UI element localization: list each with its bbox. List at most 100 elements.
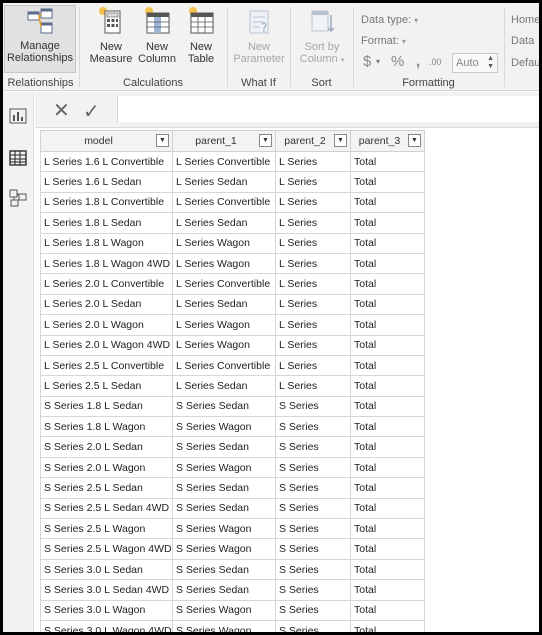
cell-model[interactable]: S Series 2.5 L Wagon	[40, 518, 173, 540]
cell-parent-3[interactable]: Total	[350, 232, 425, 254]
cell-parent-3[interactable]: Total	[350, 171, 425, 193]
cell-parent-3[interactable]: Total	[350, 619, 425, 632]
cell-parent-1[interactable]: L Series Sedan	[172, 212, 276, 234]
cell-parent-1[interactable]: S Series Sedan	[172, 579, 276, 601]
cell-model[interactable]: L Series 2.5 L Convertible	[40, 354, 173, 377]
cell-parent-3[interactable]: Total	[350, 579, 425, 601]
cell-parent-2[interactable]: S Series	[275, 599, 351, 621]
cell-parent-2[interactable]: S Series	[275, 395, 351, 418]
cell-parent-1[interactable]: S Series Sedan	[172, 436, 276, 458]
filter-dropdown-icon[interactable]: ▼	[408, 134, 421, 147]
cell-parent-3[interactable]: Total	[350, 314, 425, 336]
cell-parent-1[interactable]: S Series Wagon	[172, 538, 276, 560]
cell-parent-2[interactable]: S Series	[275, 477, 351, 499]
cell-parent-3[interactable]: Total	[350, 558, 425, 581]
cell-parent-2[interactable]: L Series	[275, 150, 351, 173]
currency-button[interactable]: $	[363, 53, 371, 70]
new-column-button[interactable]: New Column	[135, 5, 179, 65]
cell-parent-3[interactable]: Total	[350, 212, 425, 234]
cell-parent-1[interactable]: L Series Wagon	[172, 232, 276, 254]
cell-parent-2[interactable]: S Series	[275, 518, 351, 540]
cell-parent-3[interactable]: Total	[350, 538, 425, 560]
new-measure-button[interactable]: New Measure	[88, 5, 134, 65]
cell-parent-3[interactable]: Total	[350, 497, 425, 520]
cell-parent-3[interactable]: Total	[350, 395, 425, 418]
cell-parent-1[interactable]: L Series Sedan	[172, 293, 276, 316]
cell-model[interactable]: L Series 1.6 L Convertible	[40, 150, 173, 173]
cell-parent-3[interactable]: Total	[350, 436, 425, 458]
cell-parent-2[interactable]: S Series	[275, 558, 351, 581]
format-dropdown[interactable]: Format: ▾	[361, 35, 406, 47]
sort-by-column-button[interactable]: Sort by Column ▾	[294, 5, 350, 67]
cell-model[interactable]: L Series 2.0 L Wagon	[40, 314, 173, 336]
column-header-parent-1[interactable]: parent_1 ▼	[172, 130, 276, 152]
cell-parent-2[interactable]: L Series	[275, 232, 351, 254]
cell-model[interactable]: L Series 1.8 L Wagon	[40, 232, 173, 254]
column-header-parent-3[interactable]: parent_3 ▼	[350, 130, 425, 152]
cell-parent-2[interactable]: S Series	[275, 538, 351, 560]
data-type-dropdown[interactable]: Data type: ▾	[361, 14, 418, 26]
cell-parent-3[interactable]: Total	[350, 518, 425, 540]
cell-parent-2[interactable]: L Series	[275, 212, 351, 234]
cell-parent-3[interactable]: Total	[350, 456, 425, 479]
cell-model[interactable]: L Series 2.0 L Convertible	[40, 273, 173, 295]
comma-button[interactable]: ,	[416, 53, 420, 70]
cell-parent-1[interactable]: L Series Wagon	[172, 334, 276, 356]
cancel-formula-icon[interactable]: ✕	[53, 98, 70, 123]
manage-relationships-button[interactable]: Manage Relationships	[4, 5, 76, 73]
cell-parent-2[interactable]: S Series	[275, 579, 351, 601]
stepper-arrows-icon[interactable]: ▲ ▼	[487, 55, 494, 71]
cell-parent-2[interactable]: L Series	[275, 354, 351, 377]
column-header-parent-2[interactable]: parent_2 ▼	[275, 130, 351, 152]
percent-button[interactable]: %	[391, 53, 404, 70]
cell-model[interactable]: S Series 3.0 L Wagon 4WD	[40, 619, 173, 632]
decimal-places-stepper[interactable]: Auto ▲ ▼	[452, 53, 498, 73]
commit-formula-icon[interactable]: ✓	[83, 99, 100, 124]
filter-dropdown-icon[interactable]: ▼	[259, 134, 272, 147]
cell-parent-1[interactable]: S Series Wagon	[172, 416, 276, 438]
cell-model[interactable]: S Series 1.8 L Wagon	[40, 416, 173, 438]
cell-parent-2[interactable]: L Series	[275, 375, 351, 397]
new-table-button[interactable]: New Table	[179, 5, 223, 65]
new-parameter-button[interactable]: ? New Parameter	[231, 5, 287, 65]
cell-model[interactable]: S Series 3.0 L Wagon	[40, 599, 173, 621]
cell-parent-1[interactable]: L Series Convertible	[172, 191, 276, 214]
column-header-model[interactable]: model ▼	[40, 130, 173, 152]
cell-parent-3[interactable]: Total	[350, 334, 425, 356]
cell-parent-2[interactable]: L Series	[275, 191, 351, 214]
cell-parent-1[interactable]: S Series Sedan	[172, 497, 276, 520]
cell-parent-1[interactable]: S Series Wagon	[172, 619, 276, 632]
cell-parent-3[interactable]: Total	[350, 252, 425, 275]
cell-model[interactable]: S Series 2.5 L Sedan	[40, 477, 173, 499]
cell-model[interactable]: L Series 1.6 L Sedan	[40, 171, 173, 193]
cell-parent-2[interactable]: S Series	[275, 619, 351, 632]
cell-model[interactable]: L Series 2.0 L Wagon 4WD	[40, 334, 173, 356]
cell-model[interactable]: S Series 3.0 L Sedan	[40, 558, 173, 581]
cell-parent-1[interactable]: S Series Wagon	[172, 599, 276, 621]
filter-dropdown-icon[interactable]: ▼	[156, 134, 169, 147]
cell-model[interactable]: L Series 2.0 L Sedan	[40, 293, 173, 316]
cell-parent-3[interactable]: Total	[350, 273, 425, 295]
cell-parent-1[interactable]: L Series Sedan	[172, 375, 276, 397]
cell-parent-3[interactable]: Total	[350, 375, 425, 397]
cell-parent-1[interactable]: S Series Sedan	[172, 477, 276, 499]
cell-parent-1[interactable]: L Series Wagon	[172, 252, 276, 275]
report-view-icon[interactable]	[8, 106, 28, 126]
cell-parent-1[interactable]: L Series Sedan	[172, 171, 276, 193]
decimal-button[interactable]: .00	[429, 57, 442, 67]
formula-input[interactable]	[117, 96, 539, 122]
cell-parent-2[interactable]: L Series	[275, 171, 351, 193]
cell-parent-1[interactable]: L Series Convertible	[172, 273, 276, 295]
cell-parent-1[interactable]: S Series Wagon	[172, 456, 276, 479]
cell-parent-2[interactable]: S Series	[275, 456, 351, 479]
cell-parent-2[interactable]: S Series	[275, 416, 351, 438]
cell-parent-2[interactable]: L Series	[275, 334, 351, 356]
cell-parent-1[interactable]: S Series Sedan	[172, 558, 276, 581]
model-view-icon[interactable]	[8, 188, 28, 208]
cell-model[interactable]: L Series 2.5 L Sedan	[40, 375, 173, 397]
cell-parent-3[interactable]: Total	[350, 477, 425, 499]
cell-parent-1[interactable]: L Series Convertible	[172, 150, 276, 173]
cell-parent-2[interactable]: L Series	[275, 314, 351, 336]
cell-parent-3[interactable]: Total	[350, 599, 425, 621]
cell-model[interactable]: L Series 1.8 L Sedan	[40, 212, 173, 234]
